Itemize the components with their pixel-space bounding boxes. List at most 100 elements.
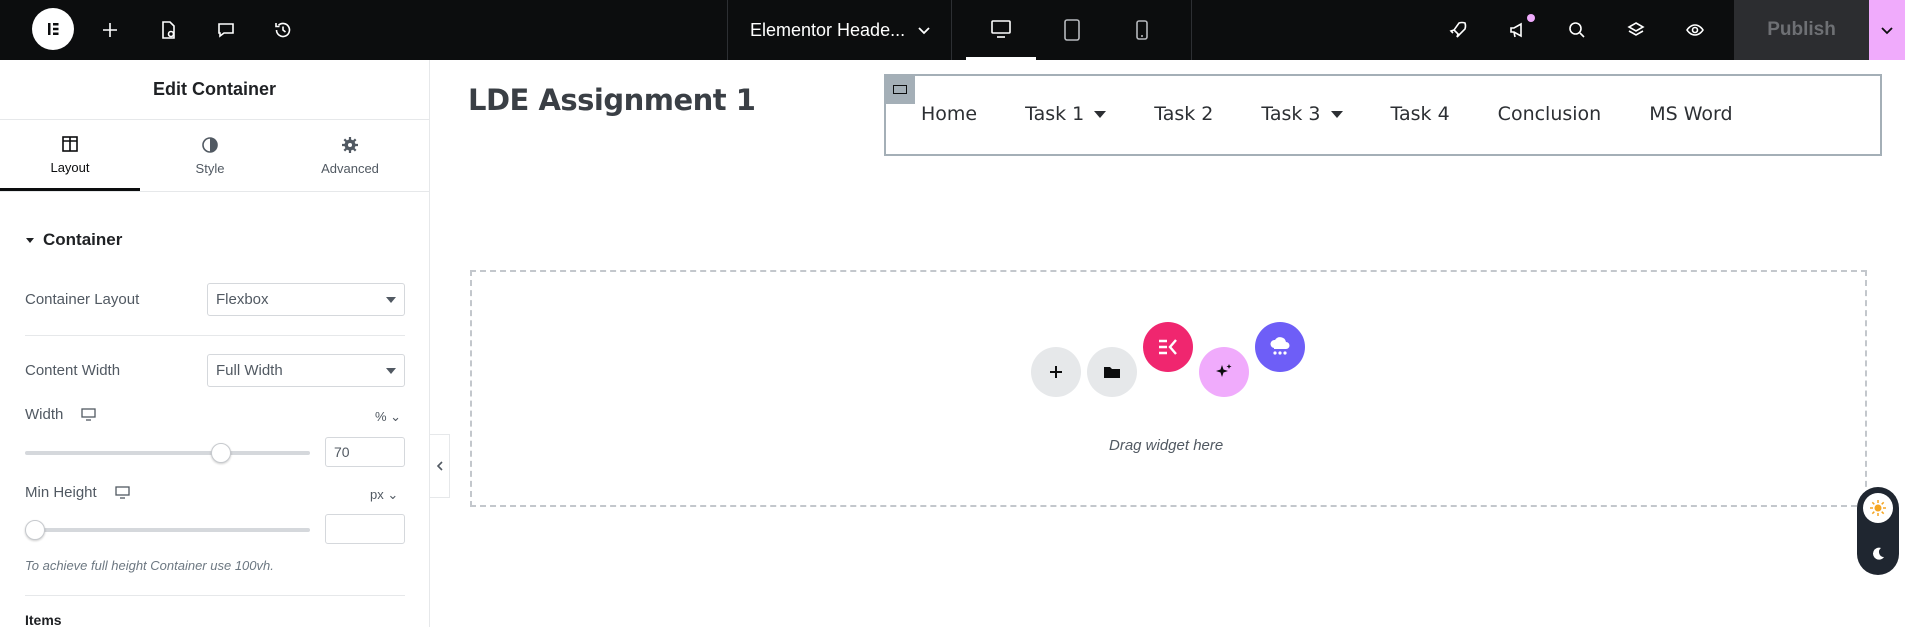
min-height-unit-select[interactable]: px ⌄	[370, 487, 398, 503]
tab-label: Style	[195, 161, 225, 176]
nav-item-task-4[interactable]: Task 4	[1391, 103, 1450, 125]
gear-icon	[342, 137, 358, 153]
nav-item-task-3[interactable]: Task 3	[1261, 103, 1343, 125]
width-input[interactable]: 70	[325, 437, 405, 467]
tab-label: Layout	[50, 159, 90, 175]
caret-down-icon	[26, 238, 34, 243]
template-library-button[interactable]	[1087, 347, 1137, 397]
nav-item-label: Home	[921, 103, 978, 125]
add-new-container-button[interactable]	[1031, 347, 1081, 397]
theme-switcher	[1857, 487, 1899, 575]
input-value: 70	[334, 444, 350, 460]
half-circle-icon	[202, 137, 218, 153]
comments-icon[interactable]	[212, 16, 240, 44]
nav-item-label: Task 1	[1025, 103, 1085, 125]
caret-down-icon	[1094, 110, 1107, 118]
tab-layout[interactable]: Layout	[0, 120, 140, 191]
add-element-icon[interactable]	[96, 16, 124, 44]
document-title-dropdown[interactable]: Elementor Heade...	[727, 0, 952, 60]
top-bar: Elementor Heade... Publish	[0, 0, 1905, 60]
min-height-slider[interactable]	[25, 528, 310, 532]
panel-tabs: Layout Style Advanced	[0, 120, 429, 192]
history-icon[interactable]	[269, 16, 297, 44]
desktop-device-icon[interactable]	[81, 408, 96, 421]
dropzone-hint: Drag widget here	[1109, 437, 1224, 454]
responsive-mode-switcher	[952, 0, 1192, 60]
section-title: Container	[43, 230, 123, 249]
chevron-left-icon	[436, 461, 443, 471]
min-height-input[interactable]	[325, 514, 405, 544]
dark-mode-moon-icon[interactable]	[1863, 539, 1893, 569]
nav-item-label: Task 4	[1390, 103, 1450, 125]
light-mode-sun-icon[interactable]	[1863, 493, 1893, 523]
min-height-hint: To achieve full height Container use 100…	[25, 558, 274, 573]
publish-button[interactable]: Publish	[1734, 0, 1869, 60]
tab-style[interactable]: Style	[140, 120, 280, 191]
nav-item-label: Task 3	[1261, 103, 1321, 125]
layout-icon	[62, 135, 78, 152]
nav-item-label: Conclusion	[1497, 103, 1602, 125]
notification-dot	[1527, 14, 1535, 22]
mobile-view-icon[interactable]	[1107, 0, 1177, 60]
width-label: Width	[25, 406, 64, 423]
select-value: Full Width	[216, 362, 283, 379]
desktop-view-icon[interactable]	[966, 0, 1036, 60]
items-section-label: Items	[25, 612, 62, 628]
select-value: Flexbox	[216, 291, 269, 308]
unit-value: px	[370, 487, 384, 502]
nav-item-label: Task 2	[1154, 103, 1214, 125]
container-section-toggle[interactable]: Container	[25, 230, 122, 250]
ai-generate-button[interactable]	[1199, 347, 1249, 397]
preview-eye-icon[interactable]	[1681, 16, 1709, 44]
width-slider[interactable]	[25, 451, 310, 455]
content-width-select[interactable]: Full Width	[207, 354, 405, 387]
content-width-label: Content Width	[25, 362, 121, 379]
nav-item-ms-word[interactable]: MS Word	[1649, 103, 1732, 125]
ek-logo-icon	[1159, 339, 1177, 355]
panel-title: Edit Container	[0, 60, 429, 120]
publish-options-button[interactable]	[1869, 0, 1905, 60]
widget-dropzone[interactable]	[470, 270, 1867, 507]
min-height-slider-handle[interactable]	[25, 520, 45, 540]
min-height-label-row: Min Height	[25, 484, 130, 501]
cloud-templates-button[interactable]	[1255, 322, 1305, 372]
rocket-icon[interactable]	[1444, 16, 1472, 44]
width-unit-select[interactable]: % ⌄	[375, 409, 401, 425]
min-height-label: Min Height	[25, 484, 97, 501]
width-label-row: Width	[25, 406, 96, 423]
site-title: LDE Assignment 1	[468, 83, 756, 117]
caret-down-icon	[1330, 110, 1343, 118]
unit-value: %	[375, 409, 387, 424]
container-layout-label: Container Layout	[25, 291, 140, 308]
tab-advanced[interactable]: Advanced	[280, 120, 420, 191]
tablet-view-icon[interactable]	[1037, 0, 1107, 60]
plus-icon	[1050, 366, 1062, 378]
container-handle-icon[interactable]	[884, 74, 915, 104]
nav-item-conclusion[interactable]: Conclusion	[1498, 103, 1602, 125]
container-layout-select[interactable]: Flexbox	[207, 283, 405, 316]
page-settings-icon[interactable]	[154, 16, 182, 44]
nav-item-home[interactable]: Home	[921, 103, 977, 125]
divider	[25, 335, 405, 336]
nav-item-label: MS Word	[1649, 103, 1733, 125]
width-slider-handle[interactable]	[210, 443, 231, 463]
divider	[25, 595, 405, 596]
tab-label: Advanced	[321, 161, 379, 176]
nav-menu: Home Task 1 Task 2 Task 3 Task 4 Conclusion MS…	[921, 103, 1781, 125]
collapse-panel-button[interactable]	[430, 434, 450, 498]
folder-icon	[1104, 367, 1120, 378]
search-icon[interactable]	[1563, 16, 1591, 44]
desktop-device-icon[interactable]	[115, 486, 130, 499]
nav-item-task-1[interactable]: Task 1	[1025, 103, 1107, 125]
document-title: Elementor Heade...	[750, 19, 906, 40]
elementor-logo-icon[interactable]	[32, 8, 74, 50]
caret-down-icon	[386, 368, 396, 374]
chevron-down-icon	[1881, 27, 1893, 35]
caret-down-icon	[386, 297, 396, 303]
sparkles-icon	[1216, 364, 1232, 377]
elementor-kit-button[interactable]	[1143, 322, 1193, 372]
chevron-down-icon	[918, 27, 930, 35]
cloud-icon	[1270, 337, 1290, 355]
nav-item-task-2[interactable]: Task 2	[1154, 103, 1213, 125]
structure-layers-icon[interactable]	[1622, 16, 1650, 44]
